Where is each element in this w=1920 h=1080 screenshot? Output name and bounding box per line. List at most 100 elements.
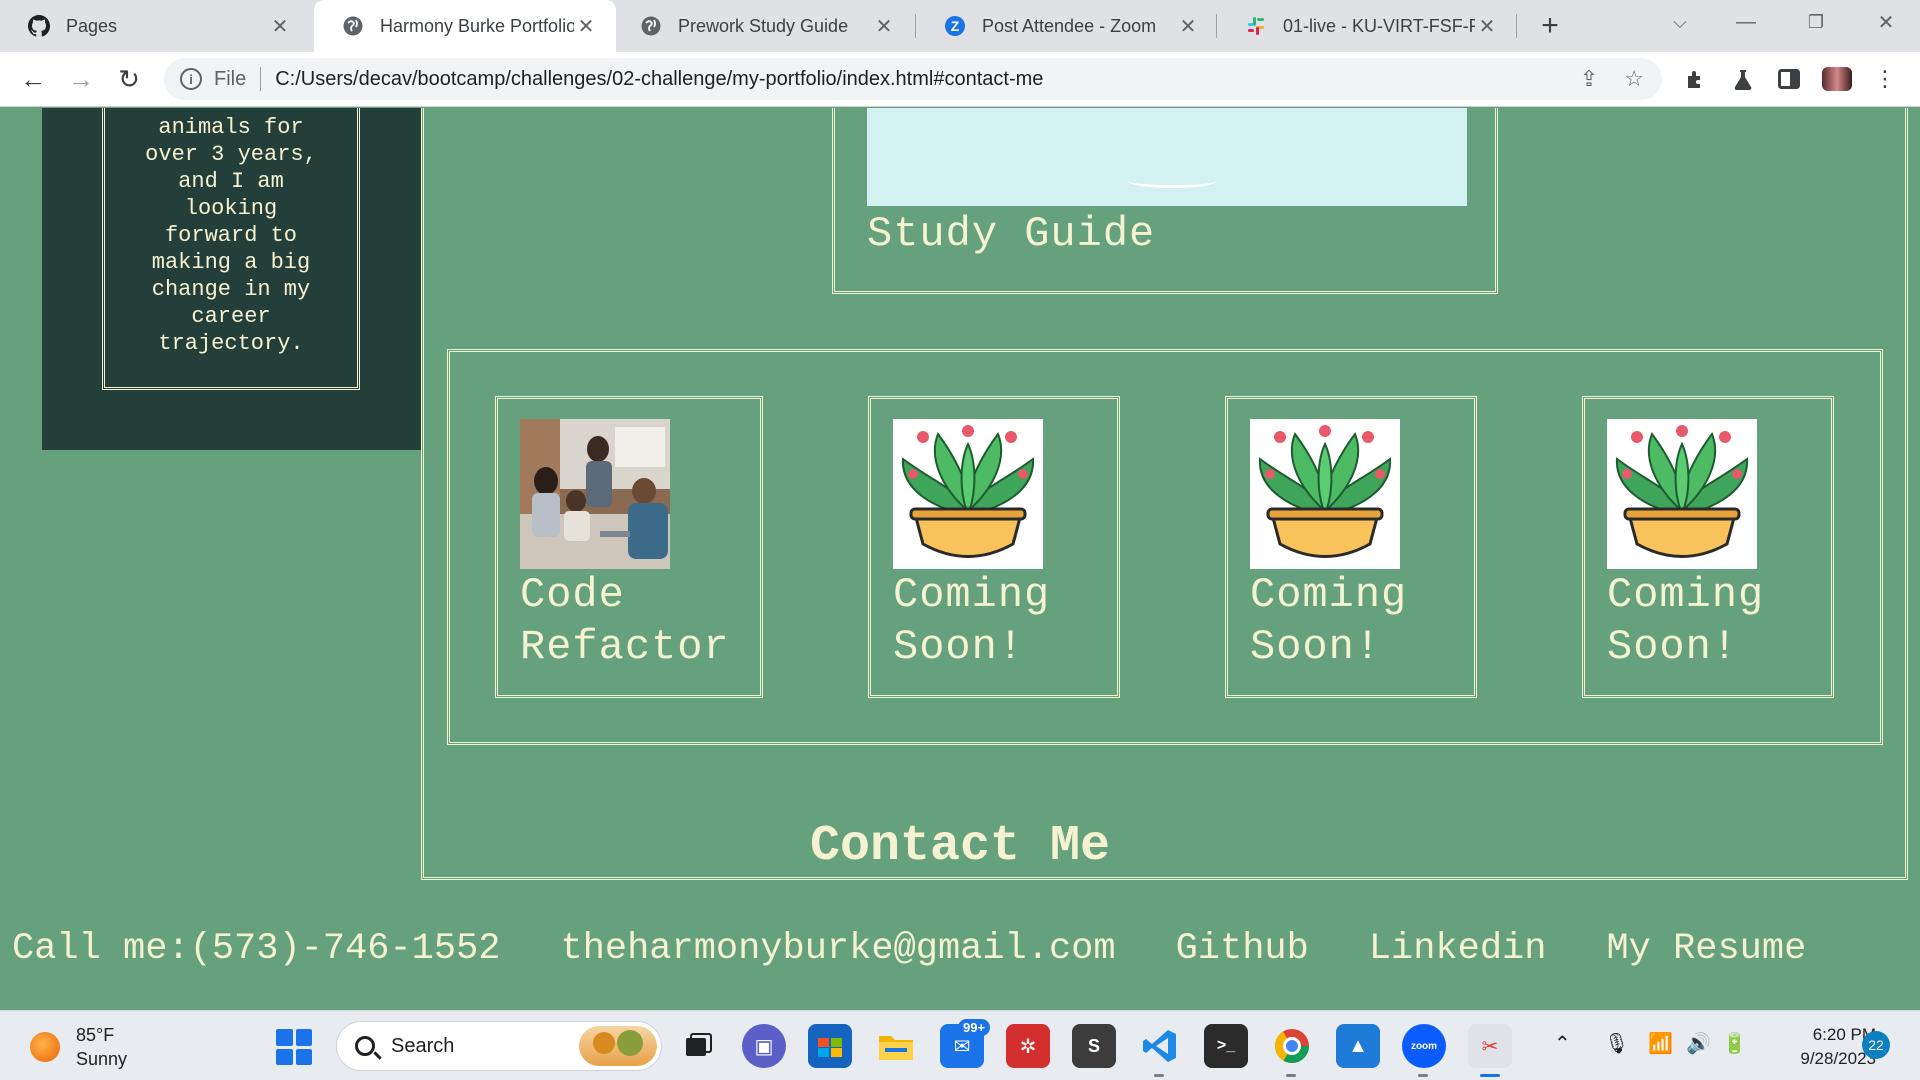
close-tab-icon[interactable]: ✕: [574, 14, 598, 39]
globe-icon: [342, 15, 364, 37]
weather-widget[interactable]: 85°F Sunny: [30, 1023, 127, 1071]
tab-title: Harmony Burke Portfolio: [380, 15, 574, 36]
globe-icon: [640, 15, 662, 37]
taskbar-search[interactable]: Search: [336, 1021, 662, 1071]
bookmark-star-icon[interactable]: ☆: [1624, 66, 1644, 92]
project-card-coming-soon[interactable]: Coming Soon!: [1582, 396, 1834, 698]
potted-plant-icon[interactable]: [1607, 419, 1757, 569]
tab-search-chevron-icon[interactable]: ⌵: [1650, 0, 1710, 44]
address-bar[interactable]: i File C:/Users/decav/bootcamp/challenge…: [164, 58, 1662, 100]
close-tab-icon[interactable]: ✕: [872, 14, 896, 39]
tab-title: Post Attendee - Zoom: [982, 15, 1157, 36]
battery-icon[interactable]: 🔋: [1722, 1031, 1747, 1056]
snipping-tool-icon[interactable]: ✂: [1468, 1024, 1512, 1077]
reload-icon[interactable]: ↻: [110, 60, 148, 98]
teams-chat-icon[interactable]: ▣: [742, 1024, 786, 1068]
svg-text:Z: Z: [951, 18, 960, 34]
project-card-coming-soon[interactable]: Coming Soon!: [868, 396, 1120, 698]
task-view-icon[interactable]: [676, 1024, 720, 1068]
bio-box: animals for over 3 years, and I am looki…: [102, 108, 360, 390]
labs-flask-icon[interactable]: [1728, 64, 1758, 94]
portfolio-page: animals for over 3 years, and I am looki…: [0, 108, 1920, 1010]
show-hidden-icons-chevron[interactable]: ⌃: [1554, 1031, 1571, 1056]
app-s-icon[interactable]: S: [1072, 1024, 1116, 1068]
notification-count-badge[interactable]: 22: [1862, 1031, 1890, 1059]
weather-description: Sunny: [76, 1049, 128, 1069]
share-icon[interactable]: ⇪: [1580, 66, 1598, 92]
wifi-icon[interactable]: 📶: [1648, 1031, 1673, 1056]
minimize-icon[interactable]: —: [1716, 0, 1776, 44]
tab-title: 01-live - KU-VIRT-FSF-PT: [1283, 15, 1475, 36]
microsoft-store-icon[interactable]: [808, 1024, 852, 1068]
project-name: Code Refactor: [520, 571, 730, 671]
windows-taskbar: 85°F Sunny Search ▣ ✉ 99+ ✲ S >_ ▲ zoom …: [0, 1010, 1920, 1080]
sun-icon: [30, 1032, 60, 1062]
project-name: Coming Soon!: [1607, 571, 1765, 671]
menu-kebab-icon[interactable]: ⋮: [1870, 64, 1900, 94]
github-icon: [28, 15, 50, 37]
tab-title: Prework Study Guide: [678, 15, 849, 36]
tab-post-attendee-zoom[interactable]: Z Post Attendee - Zoom ✕: [916, 0, 1218, 52]
address-url[interactable]: C:/Users/decav/bootcamp/challenges/02-ch…: [275, 68, 1043, 91]
close-window-icon[interactable]: ✕: [1856, 0, 1916, 44]
volume-icon[interactable]: 🔊: [1686, 1031, 1711, 1056]
clock-time: 6:20 PM: [1812, 1025, 1876, 1044]
image-arc-decoration: [1127, 174, 1217, 188]
extensions-puzzle-icon[interactable]: [1680, 64, 1710, 94]
zoom-icon: Z: [944, 15, 966, 37]
browser-toolbar: ← → ↻ i File C:/Users/decav/bootcamp/cha…: [0, 52, 1920, 107]
potted-plant-icon[interactable]: [893, 419, 1043, 569]
profile-avatar[interactable]: [1822, 64, 1852, 94]
zoom-app-icon[interactable]: zoom: [1402, 1024, 1446, 1077]
resume-link[interactable]: My Resume: [1606, 928, 1806, 970]
close-tab-icon[interactable]: ✕: [268, 14, 292, 39]
tab-harmony-burke-portfolio[interactable]: Harmony Burke Portfolio ✕: [314, 0, 616, 52]
search-placeholder: Search: [391, 1034, 455, 1057]
tab-prework-study-guide[interactable]: Prework Study Guide ✕: [612, 0, 914, 52]
vscode-icon[interactable]: [1138, 1024, 1182, 1077]
close-tab-icon[interactable]: ✕: [1475, 14, 1499, 39]
github-link[interactable]: Github: [1176, 928, 1309, 970]
address-bar-actions: ⇪ ☆: [1580, 66, 1644, 92]
tab-01-live-slack[interactable]: 01-live - KU-VIRT-FSF-PT ✕: [1217, 0, 1517, 52]
site-info-icon[interactable]: i: [180, 68, 202, 90]
tab-title: Pages: [66, 15, 118, 36]
about-me-sidebar: animals for over 3 years, and I am looki…: [42, 108, 422, 450]
featured-project-card[interactable]: Study Guide: [832, 108, 1498, 294]
terminal-icon[interactable]: >_: [1204, 1024, 1248, 1068]
email-link[interactable]: theharmonyburke@gmail.com: [560, 928, 1115, 970]
system-clock[interactable]: 6:20 PM 9/28/2023: [1770, 1023, 1876, 1071]
team-meeting-photo[interactable]: [520, 419, 670, 569]
address-scheme: File: [214, 67, 247, 90]
featured-project-image[interactable]: [867, 108, 1467, 206]
project-card-code-refactor[interactable]: Code Refactor: [495, 396, 763, 698]
weather-temperature: 85°F: [76, 1025, 115, 1045]
tab-pages[interactable]: Pages ✕: [0, 0, 310, 52]
tab-strip: Pages ✕ Harmony Burke Portfolio ✕ Prewor…: [0, 0, 1920, 52]
project-name: Coming Soon!: [1250, 571, 1408, 671]
app-red-gear-icon[interactable]: ✲: [1006, 1024, 1050, 1068]
slack-icon: [1245, 15, 1267, 37]
project-name: Coming Soon!: [893, 571, 1051, 671]
photos-icon[interactable]: ▲: [1336, 1024, 1380, 1068]
mail-badge: 99+: [958, 1019, 991, 1036]
new-tab-icon[interactable]: +: [1532, 8, 1568, 44]
address-divider: [260, 67, 262, 91]
close-tab-icon[interactable]: ✕: [1176, 14, 1200, 39]
windows-start-icon[interactable]: [276, 1029, 312, 1065]
linkedin-link[interactable]: Linkedin: [1369, 928, 1547, 970]
bio-text: animals for over 3 years, and I am looki…: [145, 115, 317, 356]
project-card-coming-soon[interactable]: Coming Soon!: [1225, 396, 1477, 698]
contact-links: Call me:(573)-746-1552 theharmonyburke@g…: [12, 928, 1866, 970]
restore-icon[interactable]: ❐: [1786, 0, 1846, 44]
phone-link[interactable]: Call me:(573)-746-1552: [12, 928, 500, 970]
file-explorer-icon[interactable]: [874, 1024, 918, 1068]
forward-arrow-icon[interactable]: →: [62, 60, 100, 98]
clock-date: 9/28/2023: [1800, 1049, 1876, 1068]
microphone-icon[interactable]: 🎙: [1604, 1031, 1629, 1056]
potted-plant-icon[interactable]: [1250, 419, 1400, 569]
side-panel-icon[interactable]: [1774, 64, 1804, 94]
chrome-dev-icon[interactable]: [1270, 1024, 1314, 1077]
featured-project-label[interactable]: Study Guide: [867, 210, 1155, 258]
back-arrow-icon[interactable]: ←: [14, 60, 52, 98]
